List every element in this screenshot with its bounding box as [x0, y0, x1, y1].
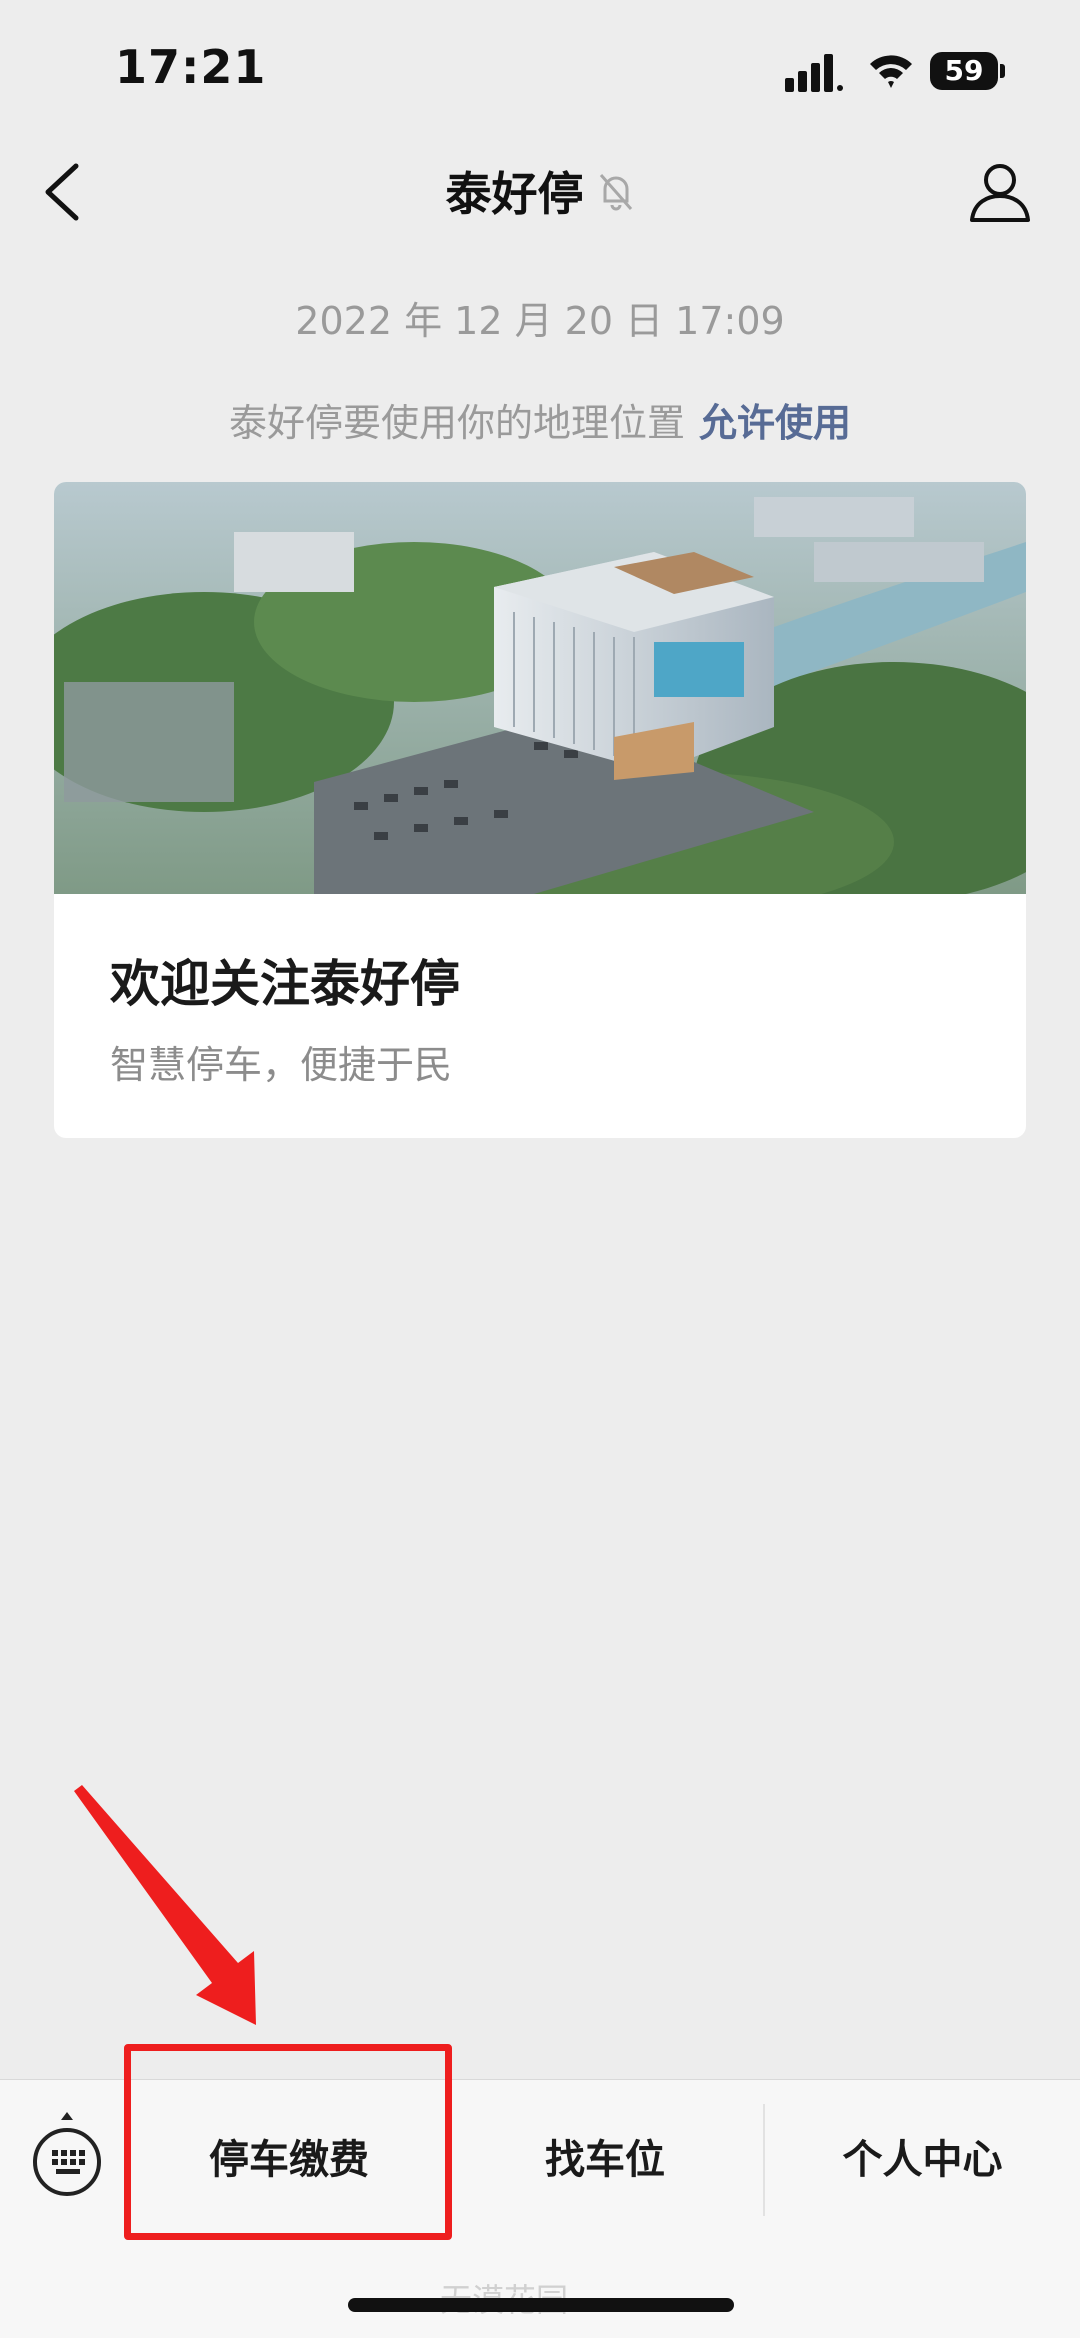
menu-item-find-spot[interactable]: 找车位 — [450, 2112, 760, 2208]
signal-icon — [785, 54, 843, 92]
battery-tip — [1000, 64, 1005, 78]
building-rendering-image — [54, 482, 1026, 894]
article-title: 欢迎关注泰好停 — [110, 955, 460, 1013]
article-card[interactable]: 欢迎关注泰好停 智慧停车，便捷于民 — [54, 482, 1026, 1138]
allow-location-link[interactable]: 允许使用 — [699, 401, 851, 445]
red-highlight-box — [124, 2044, 452, 2240]
status-time: 17:21 — [115, 40, 267, 94]
bell-off-icon — [599, 174, 632, 211]
person-icon[interactable] — [968, 160, 1032, 224]
battery-level: 59 — [930, 52, 998, 90]
red-arrow-annotation — [74, 1785, 256, 2025]
nav-title-group: 泰好停 — [0, 158, 1080, 224]
battery-indicator: 59 — [930, 52, 1005, 90]
menu-item-personal-center[interactable]: 个人中心 — [765, 2112, 1080, 2208]
location-permission-notice: 泰好停要使用你的地理位置 允许使用 — [0, 392, 1080, 447]
location-notice-text: 泰好停要使用你的地理位置 — [228, 401, 685, 445]
article-description: 智慧停车，便捷于民 — [110, 1043, 453, 1087]
wifi-icon — [870, 55, 912, 88]
message-timestamp: 2022 年 12 月 20 日 17:09 — [295, 299, 785, 343]
page-title: 泰好停 — [445, 167, 584, 221]
home-indicator[interactable] — [348, 2298, 734, 2312]
keyboard-icon[interactable] — [28, 2112, 106, 2200]
